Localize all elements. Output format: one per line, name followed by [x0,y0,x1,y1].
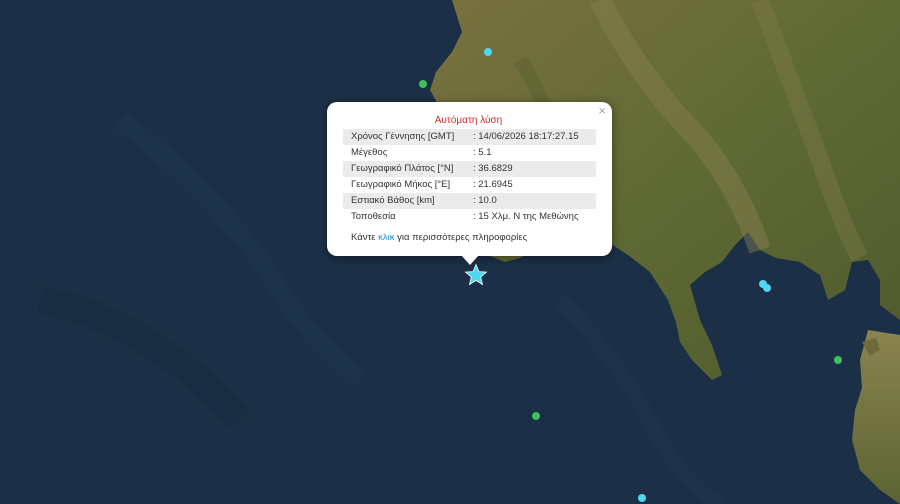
close-icon[interactable]: × [598,104,606,118]
info-label: Χρόνος Γέννησης [GMT] [351,131,455,142]
earthquake-marker[interactable] [532,412,540,420]
earthquake-marker[interactable] [484,48,492,56]
info-value: : 36.6829 [473,163,513,174]
info-value: : 15 Χλμ. Ν της Μεθώνης [473,211,579,222]
info-row-magnitude: Μέγεθος : 5.1 [343,145,596,161]
more-info-link[interactable]: κλικ [378,232,394,243]
map-view[interactable]: × Αυτόματη λύση Χρόνος Γέννησης [GMT] : … [0,0,900,504]
earthquake-info-popup: × Αυτόματη λύση Χρόνος Γέννησης [GMT] : … [327,102,612,265]
info-value: : 14/06/2026 18:17:27.15 [473,131,579,142]
info-label: Εστιακό Βάθος [km] [351,195,435,206]
popup-heading: Αυτόματη λύση [434,115,503,126]
earthquake-marker[interactable] [419,80,427,88]
earthquake-marker[interactable] [638,494,646,502]
more-info-suffix: για περισσότερες πληροφορίες [394,232,528,243]
info-value: : 21.6945 [473,179,513,190]
info-label: Τοποθεσία [351,211,396,222]
info-row-depth: Εστιακό Βάθος [km] : 10.0 [343,193,596,209]
info-value: : 10.0 [473,195,497,206]
info-value: : 5.1 [473,147,492,158]
more-info-line: Κάντε κλικ για περισσότερες πληροφορίες [351,230,527,246]
info-row-latitude: Γεωγραφικό Πλάτος [°N] : 36.6829 [343,161,596,177]
info-label: Γεωγραφικό Μήκος [°E] [351,179,451,190]
earthquake-marker[interactable] [763,284,771,292]
info-row-origin-time: Χρόνος Γέννησης [GMT] : 14/06/2026 18:17… [343,129,596,145]
info-row-location: Τοποθεσία : 15 Χλμ. Ν της Μεθώνης [343,209,596,225]
star-icon[interactable] [464,263,488,287]
info-label: Μέγεθος [351,147,388,158]
more-info-prefix: Κάντε [351,232,379,243]
info-row-longitude: Γεωγραφικό Μήκος [°E] : 21.6945 [343,177,596,193]
earthquake-marker[interactable] [834,356,842,364]
info-label: Γεωγραφικό Πλάτος [°N] [351,163,454,174]
